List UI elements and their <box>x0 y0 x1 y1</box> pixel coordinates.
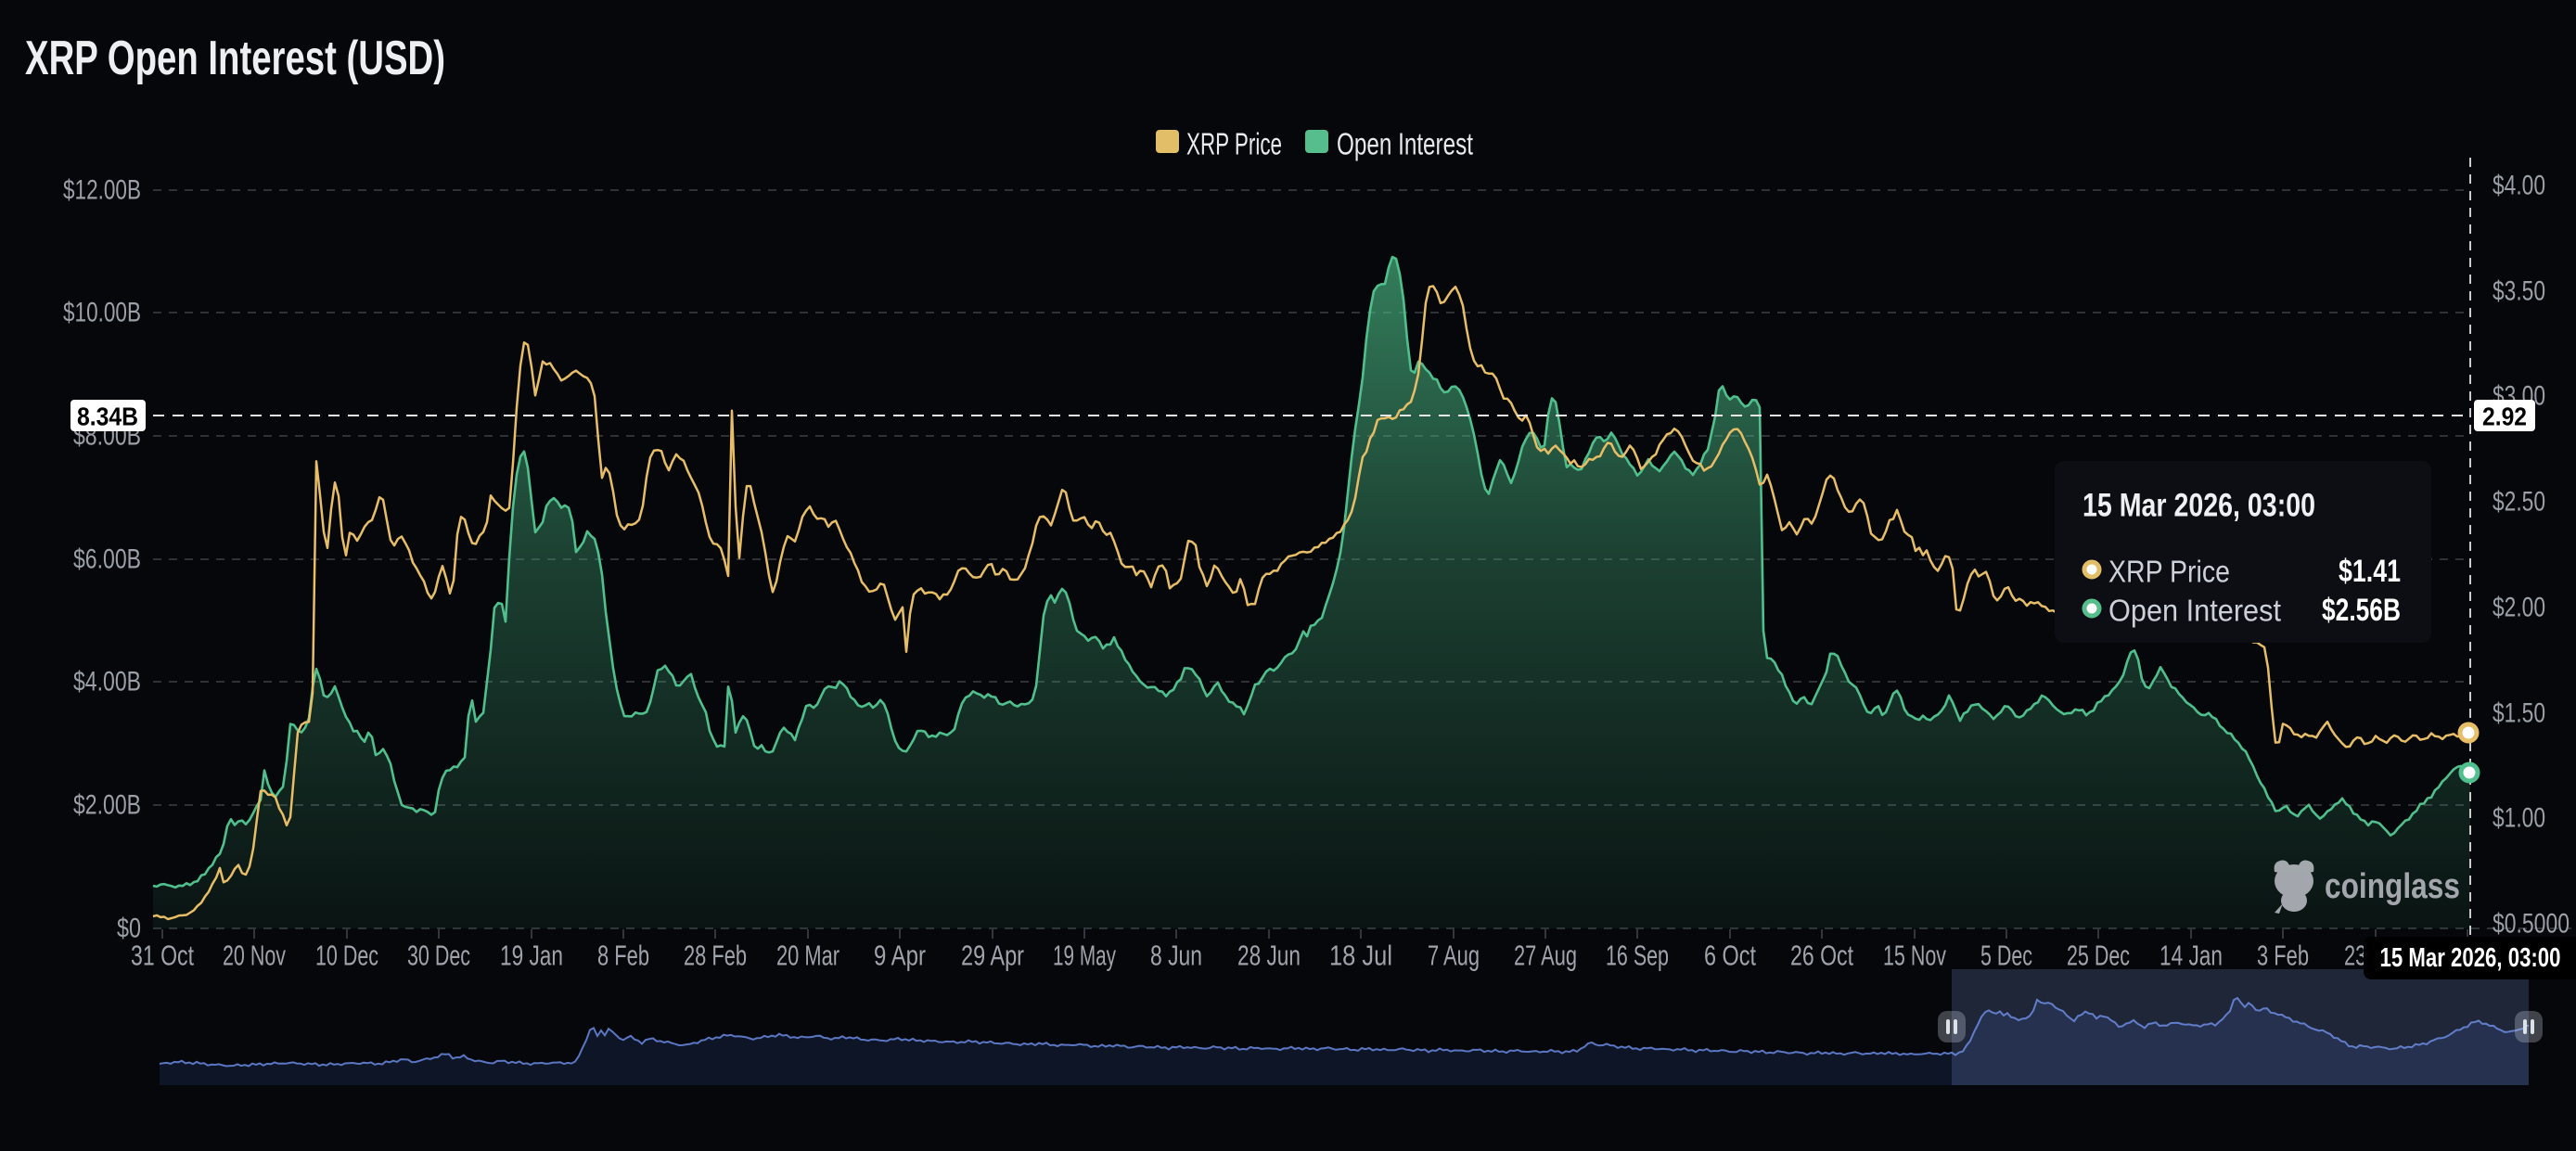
svg-text:Open Interest: Open Interest <box>2108 594 2281 628</box>
svg-text:30 Dec: 30 Dec <box>407 940 470 972</box>
svg-text:$4.00: $4.00 <box>2493 171 2545 201</box>
svg-text:$10.00B: $10.00B <box>63 298 141 328</box>
svg-text:$2.00: $2.00 <box>2493 593 2545 623</box>
svg-text:$0.5000: $0.5000 <box>2493 909 2570 940</box>
svg-text:31 Oct: 31 Oct <box>131 940 194 972</box>
svg-text:28 Jun: 28 Jun <box>1237 940 1301 972</box>
svg-text:8 Feb: 8 Feb <box>597 940 649 972</box>
svg-text:$12.00B: $12.00B <box>63 175 141 206</box>
svg-text:$1.50: $1.50 <box>2493 698 2545 729</box>
svg-text:9 Apr: 9 Apr <box>874 940 926 972</box>
svg-text:8.34B: 8.34B <box>77 403 138 431</box>
svg-text:20 Mar: 20 Mar <box>776 940 839 972</box>
svg-text:16 Sep: 16 Sep <box>1606 940 1669 972</box>
svg-text:20 Nov: 20 Nov <box>223 940 286 972</box>
svg-text:25 Dec: 25 Dec <box>2067 940 2130 972</box>
svg-text:7 Aug: 7 Aug <box>1428 940 1480 972</box>
svg-text:28 Feb: 28 Feb <box>684 940 747 972</box>
svg-text:8 Jun: 8 Jun <box>1150 940 1202 972</box>
svg-text:Open Interest: Open Interest <box>1337 127 1473 161</box>
svg-text:$2.50: $2.50 <box>2493 487 2545 518</box>
svg-text:XRP Price: XRP Price <box>2108 555 2230 589</box>
svg-text:XRP Open Interest (USD): XRP Open Interest (USD) <box>25 32 445 85</box>
svg-text:6 Oct: 6 Oct <box>1704 940 1756 972</box>
svg-text:$4.00B: $4.00B <box>73 667 141 697</box>
svg-text:15 Mar 2026, 03:00: 15 Mar 2026, 03:00 <box>2083 488 2315 524</box>
svg-text:5 Dec: 5 Dec <box>1980 940 2032 972</box>
svg-text:$3.50: $3.50 <box>2493 276 2545 307</box>
svg-text:19 May: 19 May <box>1053 940 1116 972</box>
svg-text:14 Jan: 14 Jan <box>2159 940 2223 972</box>
svg-text:$1.00: $1.00 <box>2493 803 2545 834</box>
svg-text:$2.56B: $2.56B <box>2322 593 2401 628</box>
svg-text:2.92: 2.92 <box>2482 403 2527 431</box>
svg-text:coinglass: coinglass <box>2325 867 2460 906</box>
svg-text:$6.00B: $6.00B <box>73 544 141 575</box>
svg-text:$1.41: $1.41 <box>2339 554 2401 589</box>
svg-text:15 Nov: 15 Nov <box>1883 940 1946 972</box>
svg-text:XRP Price: XRP Price <box>1186 127 1282 161</box>
svg-text:18 Jul: 18 Jul <box>1329 940 1392 972</box>
svg-text:27 Aug: 27 Aug <box>1514 940 1577 972</box>
svg-text:29 Apr: 29 Apr <box>961 940 1024 972</box>
svg-text:$2.00B: $2.00B <box>73 790 141 821</box>
svg-text:3 Feb: 3 Feb <box>2257 940 2309 972</box>
svg-text:19 Jan: 19 Jan <box>500 940 563 972</box>
svg-text:10 Dec: 10 Dec <box>315 940 378 972</box>
svg-text:26 Oct: 26 Oct <box>1790 940 1853 972</box>
svg-text:15 Mar 2026, 03:00: 15 Mar 2026, 03:00 <box>2380 943 2561 973</box>
